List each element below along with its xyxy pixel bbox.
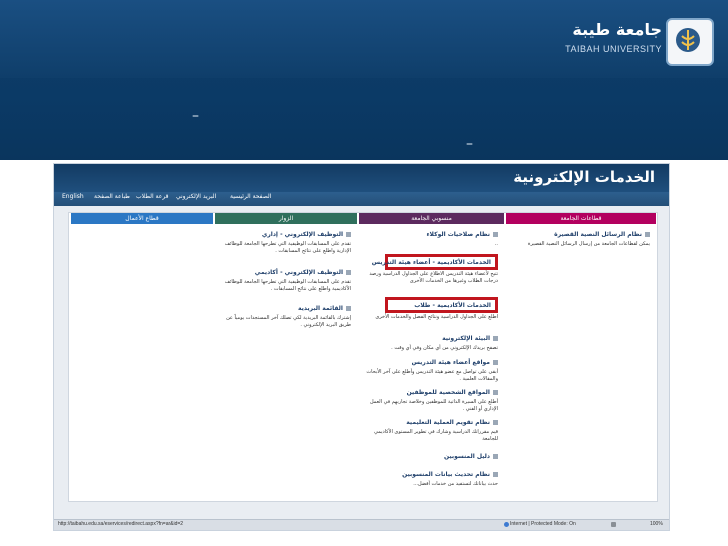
logo-emblem-icon <box>666 18 714 66</box>
status-mode: Internet | Protected Mode: On <box>510 521 576 527</box>
browser-status-bar: http://taibahu.edu.sa/eservices/redirect… <box>54 519 669 530</box>
sectors-item-title[interactable]: نظام الرسائل النصية القصيرة <box>554 231 650 238</box>
staff-item-desc: أبقى على تواصل مع عضو هيئة التدريس وأطلع… <box>366 369 498 382</box>
slide-bullet-dash: – <box>192 108 199 124</box>
column-header-business: قطاع الأعمال <box>71 213 213 224</box>
slide-header: جامعة طيبة TAIBAH UNIVERSITY – – <box>0 0 728 160</box>
staff-item-desc: قيم مقرراتك الدراسية وشارك في تطوير المس… <box>374 429 498 442</box>
logo-arabic-text: جامعة طيبة <box>572 20 662 39</box>
nav-home[interactable]: الصفحة الرئيسية <box>230 193 271 200</box>
bullet-icon <box>493 454 498 459</box>
column-header-visitors: الزوار <box>215 213 357 224</box>
column-university-sectors: قطاعات الجامعة نظام الرسائل النصية القصي… <box>506 213 656 501</box>
bullet-icon <box>493 472 498 477</box>
column-header-staff: منسوبي الجامعة <box>359 213 504 224</box>
highlight-faculty-services[interactable]: الخدمات الأكاديمية - أعضاء هيئة التدريس <box>372 254 498 270</box>
nav-print-page[interactable]: طباعة الصفحة <box>94 193 130 200</box>
logo-english-text: TAIBAH UNIVERSITY <box>565 44 662 54</box>
visitors-item-title[interactable]: القائمة البريدية <box>298 305 351 312</box>
staff-item-title[interactable]: دليل المنسوبين <box>444 453 498 460</box>
bullet-icon <box>346 306 351 311</box>
column-university-staff: منسوبي الجامعة نظام صلاحيات الوكلاء .. ا… <box>359 213 504 501</box>
staff-item-title[interactable]: نظام تحديث بيانات المنسوبين <box>402 471 498 478</box>
column-header-sectors: قطاعات الجامعة <box>506 213 656 224</box>
staff-item-desc: تصفح بريدك الإلكتروني من أي مكان وفي أي … <box>391 345 498 351</box>
portal-title: الخدمات الإلكترونية <box>513 168 655 186</box>
sectors-item-desc: يمكن لقطاعات الجامعة من إرسال الرسائل ال… <box>527 241 650 247</box>
column-visitors: الزوار التوظيف الإلكتروني - إداري تقدم ع… <box>215 213 357 501</box>
visitors-item-title[interactable]: التوظيف الإلكتروني - إداري <box>262 231 351 238</box>
staff-item-desc: تتيح لأعضاء هيئة التدريس الاطلاع على الج… <box>369 271 498 284</box>
nav-email[interactable]: البريد الإلكتروني <box>176 193 216 200</box>
globe-icon <box>504 522 509 527</box>
bullet-icon <box>346 270 351 275</box>
staff-item-desc: أطلع على السيرة الذاتية للموظفين وخلاصة … <box>369 399 498 412</box>
bullet-icon <box>493 232 498 237</box>
staff-item-title[interactable]: المواقع الشخصية للموظفين <box>407 389 498 396</box>
column-business: قطاع الأعمال <box>71 213 213 501</box>
visitors-item-desc: تقدم على المسابقات الوظيفية التي تطرحها … <box>224 241 351 254</box>
staff-item-title: الخدمات الأكاديمية - طلاب <box>414 302 491 309</box>
portal-banner: الخدمات الإلكترونية <box>54 164 669 192</box>
university-logo: جامعة طيبة TAIBAH UNIVERSITY <box>554 18 714 66</box>
staff-item-title[interactable]: نظام تقويم العملية التعليمية <box>406 419 498 426</box>
lock-icon <box>611 522 616 527</box>
bullet-icon <box>645 232 650 237</box>
zoom-level[interactable]: 100% <box>650 521 663 527</box>
staff-item-title[interactable]: البيئة الإلكترونية <box>442 335 498 342</box>
nav-schedule[interactable]: قرعة الطلاب <box>136 193 169 200</box>
staff-item-desc: حدث بياناتك لتستفيد من خدمات أفضل... <box>413 481 498 487</box>
browser-window: الخدمات الإلكترونية English طباعة الصفحة… <box>53 163 670 531</box>
bullet-icon <box>493 336 498 341</box>
staff-item-desc: .. <box>494 241 498 247</box>
portal-top-nav: English طباعة الصفحة قرعة الطلاب البريد … <box>54 192 669 206</box>
portal-content: قطاع الأعمال الزوار التوظيف الإلكتروني -… <box>68 212 658 502</box>
nav-english[interactable]: English <box>62 193 84 200</box>
visitors-item-desc: تقدم على المسابقات الوظيفية التي تطرحها … <box>224 279 351 292</box>
bullet-icon <box>346 232 351 237</box>
staff-item-title[interactable]: مواقع أعضاء هيئة التدريس <box>412 359 498 366</box>
visitors-item-desc: إشترك بالقائمة البريدية لكي تصلك آخر الم… <box>226 315 351 328</box>
bullet-icon <box>493 420 498 425</box>
bullet-icon <box>493 360 498 365</box>
slide-bullet-dash: – <box>466 136 473 152</box>
staff-item-desc: اطلع على الجداول الدراسية ونتائج الفصل و… <box>375 314 498 320</box>
visitors-item-title[interactable]: التوظيف الإلكتروني - أكاديمي <box>255 269 351 276</box>
staff-item-title[interactable]: نظام صلاحيات الوكلاء <box>426 231 498 238</box>
highlight-student-services[interactable]: الخدمات الأكاديمية - طلاب <box>385 297 498 313</box>
staff-item-title: الخدمات الأكاديمية - أعضاء هيئة التدريس <box>371 259 491 266</box>
bullet-icon <box>493 390 498 395</box>
status-url: http://taibahu.edu.sa/eservices/redirect… <box>58 521 184 527</box>
